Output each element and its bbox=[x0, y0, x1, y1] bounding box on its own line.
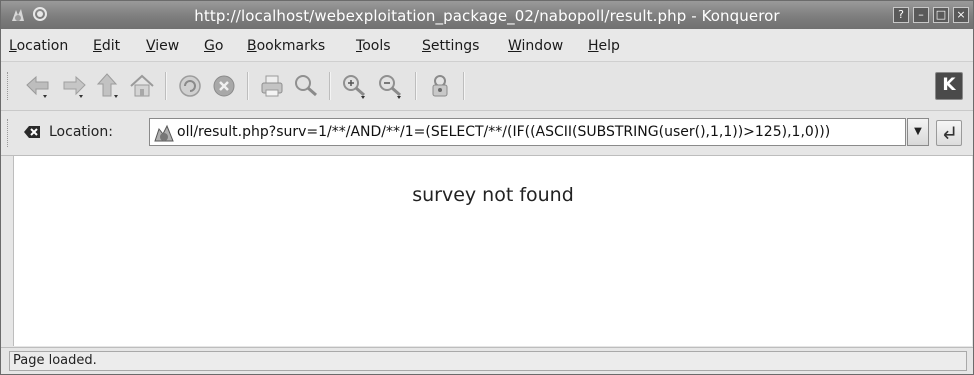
menu-location[interactable]: Location bbox=[9, 38, 68, 54]
location-toolbar: Location: oll/result.php?surv=1/**/AND/*… bbox=[1, 111, 973, 156]
security-icon[interactable] bbox=[425, 71, 455, 101]
page-content: survey not found bbox=[13, 156, 972, 346]
toolbar-separator bbox=[415, 72, 417, 100]
browser-window: http://localhost/webexploitation_package… bbox=[0, 0, 974, 375]
page-message: survey not found bbox=[412, 184, 574, 206]
up-icon[interactable] bbox=[93, 71, 123, 101]
zoom-out-icon[interactable] bbox=[375, 71, 405, 101]
location-history-dropdown[interactable]: ▼ bbox=[907, 118, 929, 146]
kde-logo: K bbox=[935, 72, 963, 100]
back-icon[interactable] bbox=[23, 71, 53, 101]
menu-bar: Location Edit View Go Bookmarks Tools Se… bbox=[1, 29, 973, 62]
help-window-icon[interactable]: ? bbox=[893, 7, 909, 23]
title-bar: http://localhost/webexploitation_package… bbox=[1, 1, 973, 29]
maximize-icon[interactable]: □ bbox=[933, 7, 949, 23]
location-input[interactable]: oll/result.php?surv=1/**/AND/**/1=(SELEC… bbox=[149, 118, 906, 146]
status-bar: Page loaded. bbox=[1, 347, 973, 374]
location-label: Location: bbox=[49, 124, 113, 140]
location-url-text: oll/result.php?surv=1/**/AND/**/1=(SELEC… bbox=[177, 124, 831, 140]
window-title: http://localhost/webexploitation_package… bbox=[194, 7, 780, 25]
toolbar-separator bbox=[329, 72, 331, 100]
reload-icon[interactable] bbox=[175, 71, 205, 101]
menu-settings[interactable]: Settings bbox=[422, 38, 479, 54]
toolbar-grip[interactable] bbox=[7, 119, 10, 147]
minimize-icon[interactable]: – bbox=[913, 7, 929, 23]
zoom-in-icon[interactable] bbox=[339, 71, 369, 101]
stop-icon[interactable] bbox=[209, 71, 239, 101]
menu-help[interactable]: Help bbox=[588, 38, 620, 54]
status-text: Page loaded. bbox=[13, 353, 97, 368]
menu-bookmarks[interactable]: Bookmarks bbox=[247, 38, 325, 54]
forward-icon[interactable] bbox=[59, 71, 89, 101]
toolbar-separator bbox=[165, 72, 167, 100]
menu-go[interactable]: Go bbox=[204, 38, 223, 54]
menu-view[interactable]: View bbox=[146, 38, 179, 54]
menu-edit[interactable]: Edit bbox=[93, 38, 120, 54]
main-toolbar: K bbox=[1, 62, 973, 111]
print-icon[interactable] bbox=[257, 71, 287, 101]
toolbar-separator bbox=[463, 72, 465, 100]
clear-location-icon[interactable] bbox=[23, 124, 41, 140]
go-enter-icon[interactable] bbox=[936, 120, 962, 146]
toolbar-grip[interactable] bbox=[7, 72, 10, 100]
status-field: Page loaded. bbox=[9, 351, 967, 371]
home-icon[interactable] bbox=[127, 71, 157, 101]
menu-tools[interactable]: Tools bbox=[356, 38, 391, 54]
close-icon[interactable]: × bbox=[953, 7, 969, 23]
find-icon[interactable] bbox=[291, 71, 321, 101]
menu-window[interactable]: Window bbox=[508, 38, 563, 54]
konqueror-favicon-icon bbox=[154, 124, 174, 142]
toolbar-separator bbox=[247, 72, 249, 100]
